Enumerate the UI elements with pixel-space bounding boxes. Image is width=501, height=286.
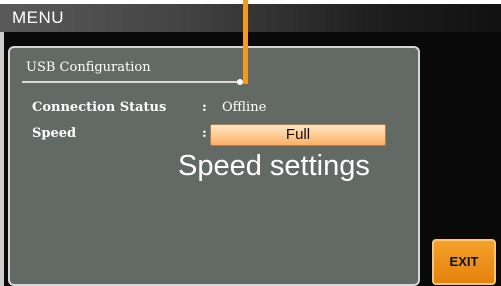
speed-colon: : <box>202 126 207 141</box>
panel-title: USB Configuration <box>26 60 151 75</box>
menu-title: MENU <box>12 8 65 27</box>
connection-status-label: Connection Status <box>32 100 167 115</box>
exit-button[interactable]: EXIT <box>432 239 496 285</box>
menu-bar: MENU <box>0 4 501 32</box>
speed-select[interactable]: Full <box>210 124 386 146</box>
speed-label: Speed <box>32 126 77 141</box>
connection-status-value: Offline <box>222 100 267 115</box>
title-underline <box>22 81 240 83</box>
instrument-screen: MENU USB Configuration Connection Status… <box>0 4 501 286</box>
left-accent-strip <box>0 32 4 286</box>
connection-status-colon: : <box>202 100 207 115</box>
callout-label: Speed settings <box>178 150 370 182</box>
callout-line <box>243 0 248 84</box>
